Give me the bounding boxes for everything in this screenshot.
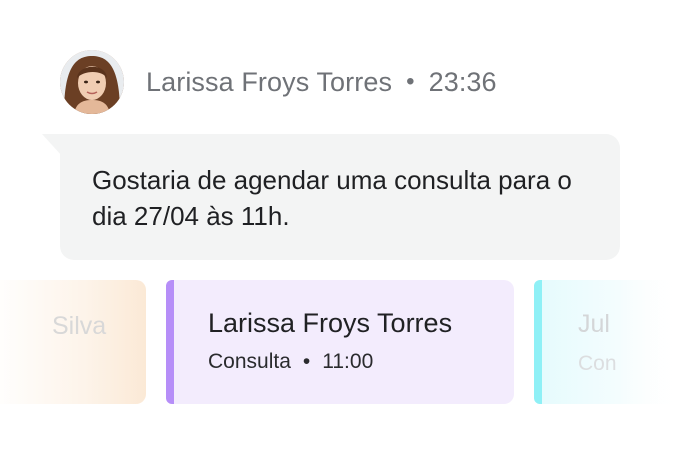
card-name: Jul [578, 310, 610, 338]
card-type: Con [578, 352, 617, 375]
message-meta: Larissa Froys Torres • 23:36 [146, 67, 497, 98]
card-time: 11:00 [322, 350, 374, 373]
avatar[interactable] [60, 50, 124, 114]
card-details: Consulta • 11:00 [208, 350, 373, 374]
bubble-tail [42, 134, 62, 156]
sender-name: Larissa Froys Torres [146, 66, 393, 97]
message-bubble: Gostaria de agendar uma consulta para o … [60, 134, 620, 260]
appointment-card-selected[interactable]: Larissa Froys Torres Consulta • 11:00 [166, 280, 514, 404]
card-separator: • [302, 350, 311, 373]
meta-separator: • [406, 67, 415, 95]
appointment-card-previous[interactable]: Silva [0, 280, 146, 404]
message-time: 23:36 [428, 66, 497, 97]
card-type: Consulta [208, 350, 291, 373]
card-patient-name: Larissa Froys Torres [208, 308, 453, 338]
message-text: Gostaria de agendar uma consulta para o … [92, 165, 572, 231]
message-header: Larissa Froys Torres • 23:36 [60, 50, 497, 114]
carousel-fade [620, 270, 680, 420]
card-name: Silva [52, 312, 107, 340]
